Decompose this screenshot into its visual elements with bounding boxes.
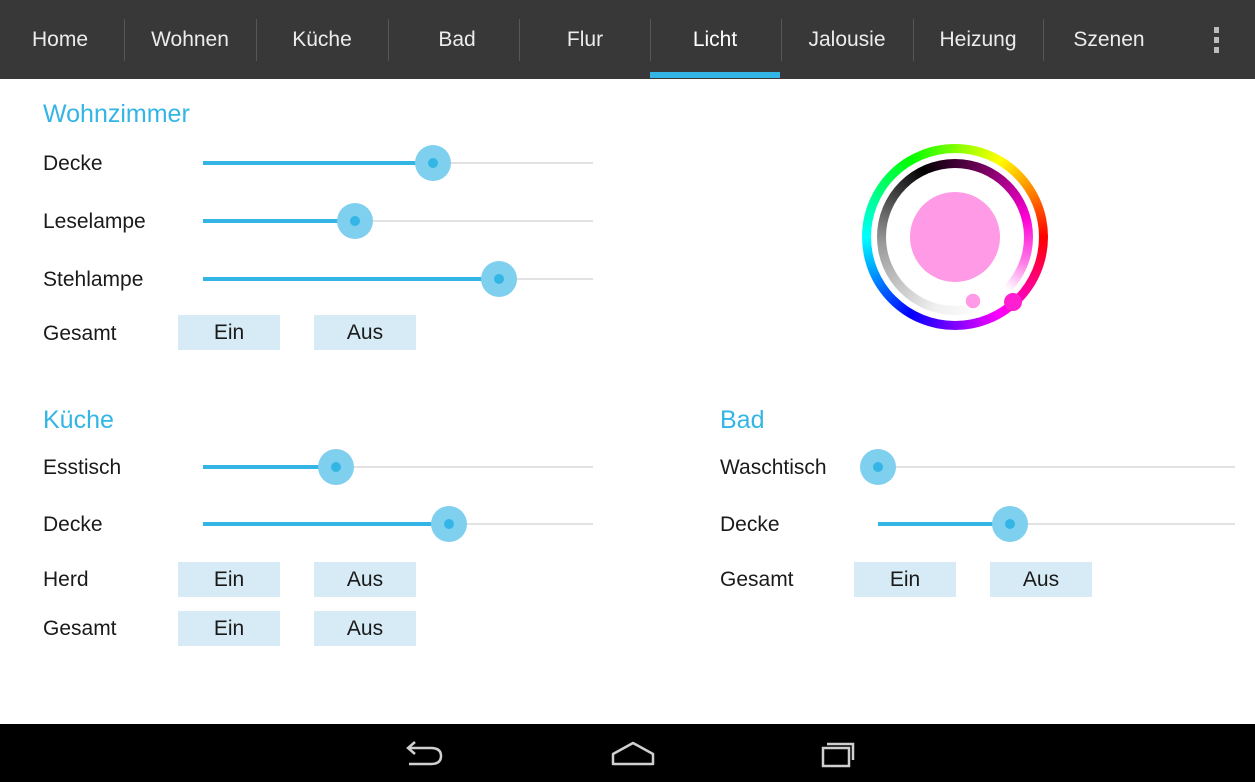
slider-fill	[203, 161, 434, 165]
back-icon[interactable]	[395, 734, 455, 774]
wohnzimmer-gesamt-ein-button[interactable]: Ein	[178, 315, 280, 350]
recent-apps-icon[interactable]	[805, 734, 865, 774]
slider-thumb-dot	[330, 462, 341, 472]
bad-gesamt-ein-button[interactable]: Ein	[854, 562, 956, 597]
slider-label: Leselampe	[43, 210, 146, 233]
slider-label: Esstisch	[43, 456, 122, 479]
tab-heizung[interactable]: Heizung	[916, 0, 1040, 79]
kueche-herd-aus-button[interactable]: Aus	[314, 562, 416, 597]
slider-label: Decke	[43, 513, 103, 536]
tab-divider	[388, 19, 389, 61]
tab-divider	[256, 19, 257, 61]
slider-thumb-dot	[428, 158, 439, 168]
slider-label: Decke	[720, 513, 780, 536]
slider-thumb[interactable]	[860, 449, 896, 485]
kueche-gesamt-aus-button[interactable]: Aus	[314, 611, 416, 646]
tab-home[interactable]: Home	[20, 0, 100, 79]
selected-color-swatch	[910, 192, 1000, 282]
herd-label: Herd	[43, 568, 89, 591]
tab-wohnen[interactable]: Wohnen	[128, 0, 252, 79]
system-navigation-bar	[0, 724, 1255, 782]
kueche-gesamt-ein-button[interactable]: Ein	[178, 611, 280, 646]
saturation-marker[interactable]	[964, 292, 982, 310]
kueche-esstisch-slider[interactable]	[203, 447, 593, 487]
slider-thumb-dot	[443, 519, 454, 529]
section-title-wohnzimmer: Wohnzimmer	[43, 100, 190, 128]
slider-fill	[203, 277, 500, 281]
slider-thumb-dot	[350, 216, 361, 226]
slider-thumb-dot	[873, 462, 883, 472]
bad-waschtisch-slider[interactable]	[860, 447, 1235, 487]
kueche-decke-slider[interactable]	[203, 504, 593, 544]
active-tab-indicator	[650, 72, 780, 78]
tab-divider	[650, 19, 651, 61]
wohnzimmer-stehlampe-slider[interactable]	[203, 259, 593, 299]
tab-divider	[781, 19, 782, 61]
slider-thumb[interactable]	[992, 506, 1029, 542]
bad-decke-slider[interactable]	[878, 504, 1235, 544]
tab-szenen[interactable]: Szenen	[1046, 0, 1172, 79]
slider-label: Stehlampe	[43, 268, 144, 291]
slider-fill	[878, 522, 1011, 526]
slider-thumb[interactable]	[317, 449, 354, 485]
tab-divider	[913, 19, 914, 61]
home-icon[interactable]	[603, 734, 663, 774]
gesamt-label: Gesamt	[43, 617, 117, 640]
tab-licht[interactable]: Licht	[652, 0, 778, 79]
slider-thumb-dot	[1005, 519, 1016, 529]
hue-marker[interactable]	[1004, 293, 1022, 311]
slider-fill	[203, 219, 356, 223]
wohnzimmer-gesamt-aus-button[interactable]: Aus	[314, 315, 416, 350]
tab-divider	[124, 19, 125, 61]
tab-divider	[1043, 19, 1044, 61]
section-title-bad: Bad	[720, 406, 765, 434]
tab-bad[interactable]: Bad	[392, 0, 522, 79]
color-wheel-picker[interactable]	[860, 142, 1050, 332]
bad-gesamt-aus-button[interactable]: Aus	[990, 562, 1092, 597]
wohnzimmer-leselampe-slider[interactable]	[203, 201, 593, 241]
section-title-kueche: Küche	[43, 406, 114, 434]
slider-thumb[interactable]	[415, 145, 452, 181]
slider-label: Waschtisch	[720, 456, 827, 479]
tab-jalousie[interactable]: Jalousie	[784, 0, 910, 79]
slider-fill	[203, 465, 336, 469]
tab-flur[interactable]: Flur	[522, 0, 648, 79]
gesamt-label: Gesamt	[720, 568, 794, 591]
slider-fill	[203, 522, 449, 526]
slider-label: Decke	[43, 152, 103, 175]
slider-thumb[interactable]	[337, 203, 374, 239]
gesamt-label: Gesamt	[43, 322, 117, 345]
wohnzimmer-decke-slider[interactable]	[203, 143, 593, 183]
slider-thumb-dot	[494, 274, 505, 284]
slider-thumb[interactable]	[430, 506, 467, 542]
kueche-herd-ein-button[interactable]: Ein	[178, 562, 280, 597]
tab-kueche[interactable]: Küche	[260, 0, 384, 79]
tab-divider	[519, 19, 520, 61]
overflow-menu-icon[interactable]	[1198, 24, 1234, 58]
slider-track	[878, 466, 1235, 468]
tab-bar: Home Wohnen Küche Bad Flur Licht Jalousi…	[0, 0, 1255, 79]
slider-thumb[interactable]	[481, 261, 518, 297]
